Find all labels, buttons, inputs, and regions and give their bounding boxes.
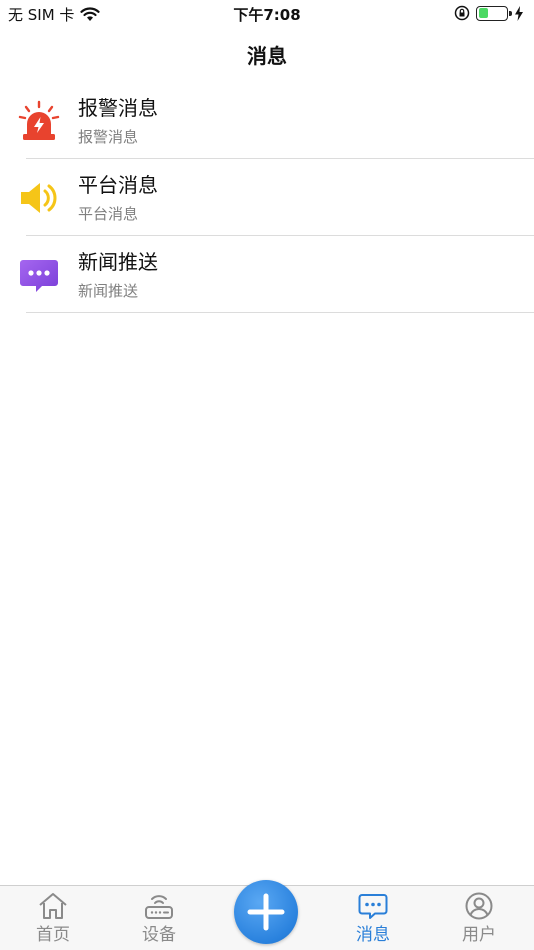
divider xyxy=(26,312,534,313)
tab-bar: 首页 设备 消息 用户 xyxy=(0,880,534,950)
message-list: 报警消息 报警消息 平台消息 平台消息 新闻推送 新闻推送 xyxy=(0,82,534,313)
list-item-alarm-messages[interactable]: 报警消息 报警消息 xyxy=(0,82,534,159)
add-button[interactable] xyxy=(234,880,298,944)
battery-indicator xyxy=(476,5,512,21)
tab-home[interactable]: 首页 xyxy=(18,892,88,945)
message-title: 平台消息 xyxy=(78,173,158,197)
message-icon xyxy=(358,894,388,919)
tab-label: 设备 xyxy=(142,925,176,945)
chat-bubble-icon xyxy=(20,260,58,292)
router-icon xyxy=(145,895,173,919)
message-title: 新闻推送 xyxy=(78,250,158,274)
tab-messages[interactable]: 消息 xyxy=(338,892,408,945)
alarm-siren-icon xyxy=(18,100,60,140)
orientation-lock-icon xyxy=(454,5,470,21)
list-item-news-push[interactable]: 新闻推送 新闻推送 xyxy=(0,236,534,313)
tab-devices[interactable]: 设备 xyxy=(124,892,194,945)
page-title: 消息 xyxy=(247,44,287,68)
message-subtitle: 平台消息 xyxy=(78,205,139,223)
charging-bolt-icon xyxy=(515,5,523,21)
plus-icon xyxy=(247,893,285,931)
tab-label: 用户 xyxy=(462,925,496,945)
home-icon xyxy=(39,893,67,919)
user-icon xyxy=(465,892,493,920)
status-bar: 无 SIM 卡 下午7:08 xyxy=(0,0,534,28)
message-subtitle: 新闻推送 xyxy=(78,282,139,300)
speaker-icon xyxy=(21,183,57,213)
tab-label: 首页 xyxy=(36,925,70,945)
message-subtitle: 报警消息 xyxy=(78,128,139,146)
list-item-platform-messages[interactable]: 平台消息 平台消息 xyxy=(0,159,534,236)
tab-label: 消息 xyxy=(356,925,390,945)
message-title: 报警消息 xyxy=(78,96,158,120)
tab-user[interactable]: 用户 xyxy=(444,892,514,945)
